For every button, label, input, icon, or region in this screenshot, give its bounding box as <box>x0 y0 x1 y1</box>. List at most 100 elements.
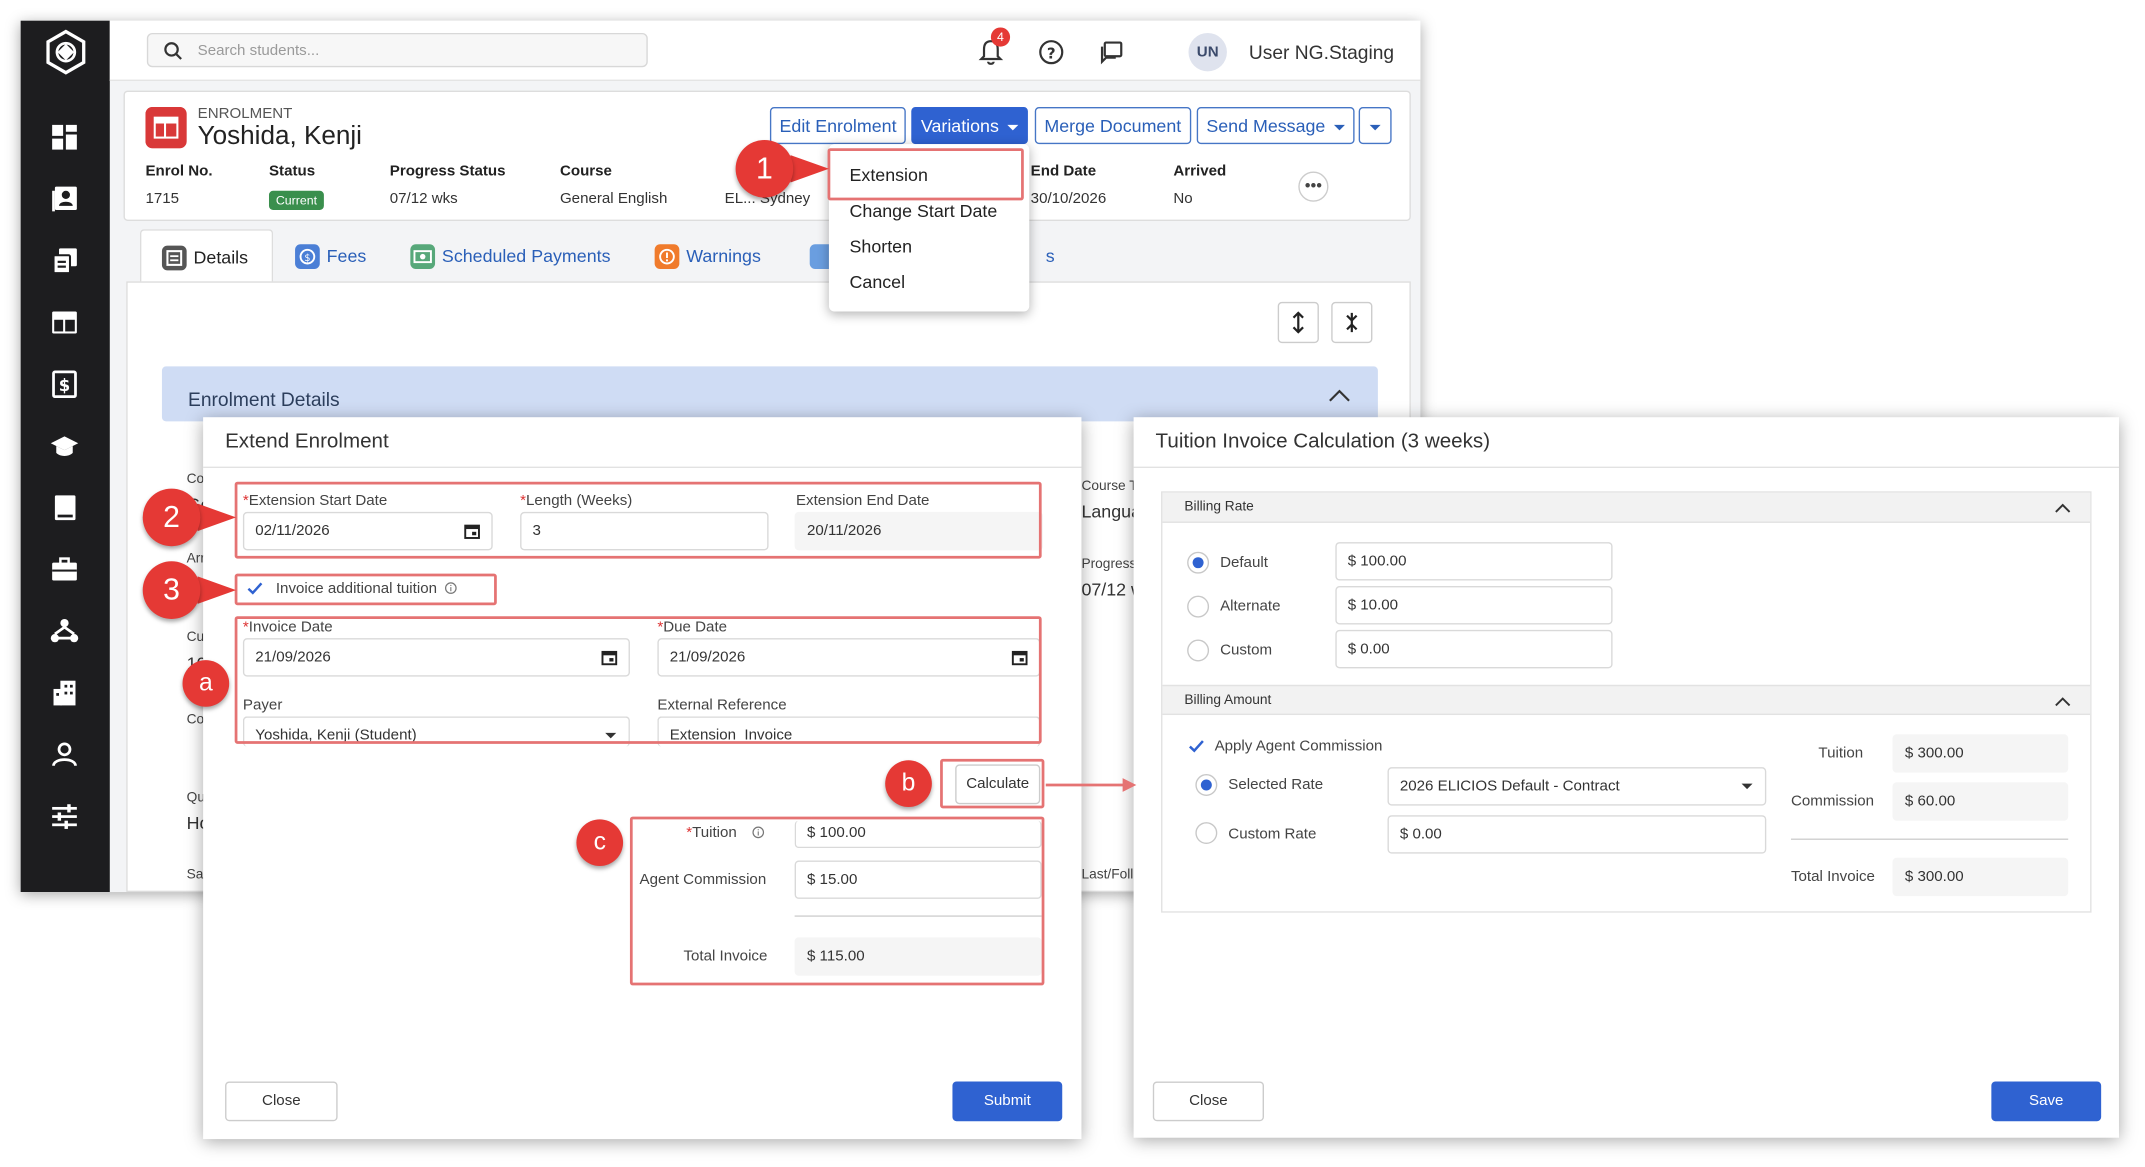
selected-rate-label: Selected Rate <box>1228 776 1324 794</box>
menu-item-cancel[interactable]: Cancel <box>850 272 906 293</box>
progress-status-value: 07/12 wks <box>389 190 458 208</box>
arrow-right-icon <box>1045 778 1137 792</box>
enrolment-icon[interactable] <box>49 307 79 337</box>
help-icon[interactable]: ? <box>1038 38 1065 65</box>
bg-field-label: Cu <box>186 629 205 646</box>
rate-custom-value[interactable]: $ 0.00 <box>1335 629 1613 669</box>
top-bar: Search students... 4 ? UN User NG.Stagin… <box>109 20 1421 81</box>
dashboard-icon[interactable] <box>49 122 79 152</box>
expand-icon <box>1292 311 1304 334</box>
collapse-all-button[interactable] <box>1331 301 1373 344</box>
documents-icon[interactable] <box>49 246 79 276</box>
arrived-label: Arrived <box>1173 163 1227 180</box>
student-contact-icon[interactable] <box>49 184 79 214</box>
rate-alternate-value: $ 10.00 <box>1335 586 1613 625</box>
callout-1: 1 <box>735 139 794 198</box>
selected-rate-select[interactable]: 2026 ELICIOS Default - Contract <box>1387 767 1767 806</box>
billing-section: Billing Rate Default $ 100.00 Alternate … <box>1161 491 2092 913</box>
building-icon[interactable] <box>49 678 79 708</box>
course-label: Course <box>559 163 612 180</box>
expand-all-button[interactable] <box>1277 301 1319 344</box>
chevron-up-icon[interactable] <box>2054 500 2071 516</box>
edit-enrolment-button[interactable]: Edit Enrolment <box>769 107 907 145</box>
custom-rate-radio[interactable] <box>1195 822 1218 845</box>
enrol-no-value: 1715 <box>145 190 180 208</box>
tuition-amount-field: $ 300.00 <box>1892 734 2069 773</box>
billing-amount-header[interactable]: Billing Amount <box>1162 684 2091 716</box>
network-icon[interactable] <box>49 616 79 646</box>
rate-custom-radio[interactable] <box>1187 639 1210 662</box>
close-button[interactable]: Close <box>225 1081 338 1122</box>
details-icon <box>161 245 187 270</box>
enrolment-type-icon <box>145 107 187 149</box>
rate-default-label: Default <box>1220 554 1268 571</box>
apply-agent-commission-label[interactable]: Apply Agent Commission <box>1215 738 1383 754</box>
sidebar: $ <box>20 20 110 893</box>
course-value: General English <box>559 190 668 208</box>
app-logo-icon[interactable] <box>41 27 90 76</box>
notification-count-badge: 4 <box>990 27 1011 47</box>
modal-title: Tuition Invoice Calculation (3 weeks) <box>1155 429 1491 453</box>
callout-pointer <box>197 576 237 604</box>
settings-sliders-icon[interactable] <box>49 801 79 831</box>
bg-field-label: Course T <box>1081 478 1138 495</box>
callout-3: 3 <box>142 561 201 619</box>
user-name[interactable]: User NG.Staging <box>1249 41 1394 63</box>
student-search-input[interactable]: Search students... <box>146 32 648 68</box>
users-icon[interactable] <box>49 740 79 770</box>
callout-c: c <box>576 819 624 866</box>
custom-rate-input[interactable]: $ 0.00 <box>1387 815 1767 854</box>
avatar[interactable]: UN <box>1188 32 1227 72</box>
rate-custom-label: Custom <box>1220 642 1273 659</box>
highlight-invoice-fields <box>234 616 1042 744</box>
more-info-button[interactable]: ••• <box>1298 171 1329 202</box>
chat-icon[interactable] <box>1098 38 1125 65</box>
chevron-down-icon <box>1369 124 1381 130</box>
highlight-invoice-totals <box>629 816 1045 986</box>
bg-field-label: Co <box>186 472 205 488</box>
tab-label: Fees <box>326 245 367 267</box>
progress-status-label: Progress Status <box>389 163 506 180</box>
tab-label: Details <box>193 247 249 268</box>
menu-item-change-start-date[interactable]: Change Start Date <box>850 200 998 221</box>
search-icon <box>164 42 182 60</box>
save-button[interactable]: Save <box>1991 1081 2102 1122</box>
selected-rate-radio[interactable] <box>1195 774 1218 796</box>
tab-details[interactable]: Details <box>139 229 274 285</box>
variations-button-label: Variations <box>920 115 999 136</box>
bg-field-value: Langua <box>1081 500 1142 522</box>
tab-more[interactable]: s <box>1046 229 1055 284</box>
send-message-button-label: Send Message <box>1206 115 1326 136</box>
book-icon[interactable] <box>49 493 79 523</box>
briefcase-icon[interactable] <box>49 554 79 584</box>
tab-warnings[interactable]: Warnings <box>654 229 761 284</box>
chevron-up-icon[interactable] <box>1328 388 1350 402</box>
billing-rate-header[interactable]: Billing Rate <box>1162 492 2091 523</box>
divider <box>203 466 1082 468</box>
variations-button[interactable]: Variations <box>911 107 1028 145</box>
more-actions-dropdown[interactable] <box>1358 107 1392 145</box>
collapse-icon <box>1346 312 1358 333</box>
academic-icon[interactable] <box>49 431 79 461</box>
highlight-extension-menu-item <box>827 148 1024 201</box>
rate-default-value: $ 100.00 <box>1335 542 1613 581</box>
checkmark-icon[interactable] <box>1187 737 1205 755</box>
finance-icon[interactable]: $ <box>49 369 79 399</box>
search-placeholder: Search students... <box>197 42 320 60</box>
enrolment-details-header[interactable]: Enrolment Details <box>161 366 1378 422</box>
tab-scheduled-payments[interactable]: Scheduled Payments <box>410 229 611 284</box>
close-button[interactable]: Close <box>1152 1081 1264 1122</box>
merge-document-button[interactable]: Merge Document <box>1034 107 1191 145</box>
tab-fees[interactable]: $ Fees <box>295 229 366 284</box>
chevron-up-icon[interactable] <box>2054 693 2071 709</box>
submit-button[interactable]: Submit <box>952 1081 1063 1122</box>
record-type-label: ENROLMENT <box>197 105 293 123</box>
send-message-button[interactable]: Send Message <box>1196 107 1355 145</box>
divider <box>1133 466 2119 468</box>
custom-rate-label: Custom Rate <box>1228 826 1317 843</box>
menu-item-shorten[interactable]: Shorten <box>850 236 913 257</box>
enrol-no-label: Enrol No. <box>145 163 213 180</box>
rate-default-radio[interactable] <box>1187 551 1210 574</box>
rate-alternate-radio[interactable] <box>1187 595 1210 618</box>
bg-field-label: Last/Foll <box>1081 867 1134 883</box>
